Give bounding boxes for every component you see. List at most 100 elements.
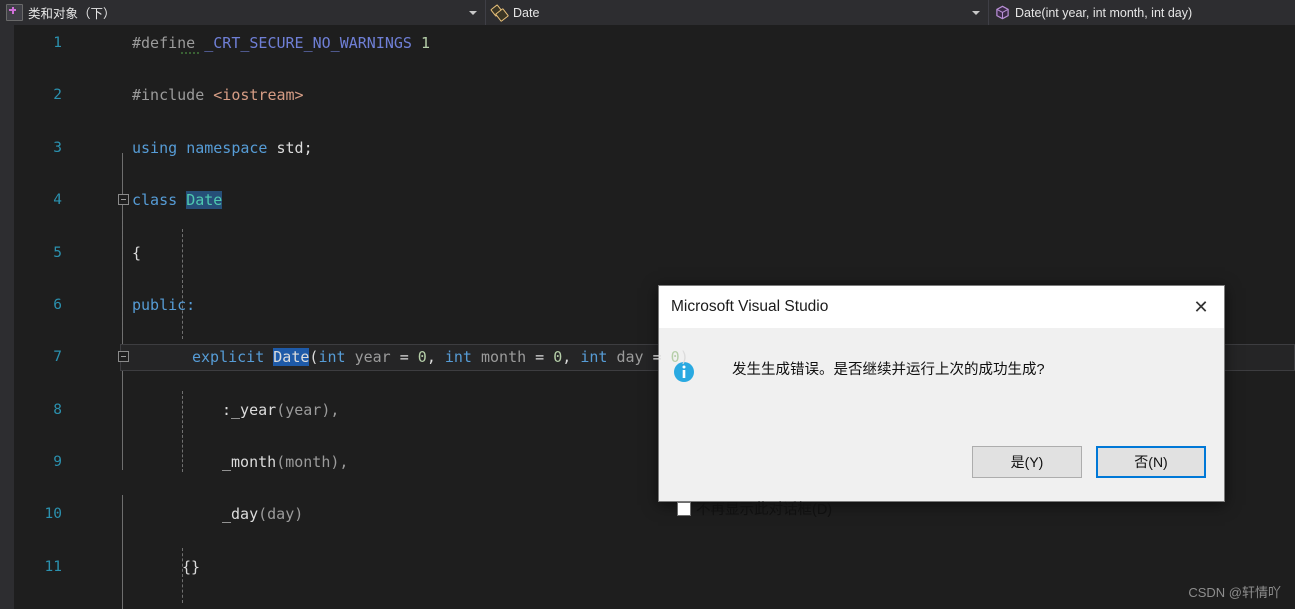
line-number: 8 [53,401,62,418]
token-std: std; [276,138,313,157]
code-line[interactable]: 11 {} [14,554,1295,580]
fold-collapse-icon[interactable] [118,351,129,363]
line-content: class Date [132,187,223,213]
dialog-title-bar: Microsoft Visual Studio ✕ [659,286,1224,328]
token-int: int [444,348,472,367]
token-param-day: day [616,348,644,367]
dialog-body: 发生生成错误。是否继续并运行上次的成功生成? 是(Y) 否(N) 不再显示此对话… [659,328,1224,518]
line-content: #include <iostream> [132,82,304,108]
token-init-day: _day [222,505,259,524]
token-comma: , [426,348,445,367]
token-param-month: month [481,348,527,367]
code-line[interactable]: 10 _day(day) [14,501,1295,527]
token-init-month: _month [222,453,277,472]
token-default-0: 0 [417,348,427,367]
token-paren-close: ) [679,348,689,367]
nav-project-label: 类和对象（下） [28,7,116,21]
line-content: #define _CRT_SECURE_NO_WARNINGS 1 [132,30,430,56]
checkbox-label: 不再显示此对话框(D) [696,502,833,518]
token-eq: = [526,348,554,367]
token-arg-day: (day) [258,505,304,524]
squiggle-underline [181,50,199,55]
line-number: 11 [44,558,62,575]
code-line[interactable]: 1 #define _CRT_SECURE_NO_WARNINGS 1 [14,30,1295,56]
class-icon [490,4,510,23]
line-number: 4 [53,192,62,209]
token-arg-month: (month), [276,453,349,472]
token-namespace: namespace [186,138,268,157]
line-number: 9 [53,454,62,471]
token-arg-year: (year), [276,400,340,419]
dialog-title: Microsoft Visual Studio [671,298,829,315]
line-number: 2 [53,87,62,104]
token-using: using [132,138,178,157]
token-eq: = [643,348,671,367]
nav-member-label: Date(int year, int month, int day) [1015,5,1193,20]
token-public: public: [132,295,196,314]
token-macro-name: _CRT_SECURE_NO_WARNINGS [204,34,412,52]
nav-dropdown-class[interactable]: Date [486,0,989,25]
line-content: explicit Date(int year = 0, int month = … [192,344,689,370]
line-content: {} [182,554,200,580]
token-init-year: :_year [222,400,277,419]
no-button[interactable]: 否(N) [1096,446,1206,478]
yes-button[interactable]: 是(Y) [972,446,1082,478]
token-int: int [580,348,608,367]
method-cube-icon [995,5,1010,20]
checkbox-box[interactable] [677,501,691,516]
fold-collapse-icon[interactable] [118,194,129,206]
token-brace-open: { [132,243,142,262]
token-ctor-name: Date [273,348,310,367]
token-include: #include [132,86,205,105]
line-number: 5 [53,244,62,261]
cpp-project-icon [6,4,23,21]
token-class-name: Date [186,191,223,210]
line-content: public: [132,292,195,318]
navigation-bar: 类和对象（下） Date Date(int year, int month, i… [0,0,1295,25]
code-line[interactable]: 4 class Date [14,187,1295,213]
line-number: 7 [53,349,62,366]
token-empty-body: {} [182,557,201,576]
token-header: <iostream> [213,86,304,105]
token-default-0: 0 [553,348,563,367]
code-line[interactable]: 5 { [14,240,1295,266]
chevron-down-icon[interactable] [469,10,477,15]
nav-dropdown-member[interactable]: Date(int year, int month, int day) [989,0,1295,25]
nav-class-label: Date [513,5,540,20]
code-line[interactable]: 3 using namespace std; [14,135,1295,161]
indicator-margin[interactable] [0,25,14,609]
visual-studio-window: 类和对象（下） Date Date(int year, int month, i… [0,0,1295,609]
token-macro-value: 1 [421,34,431,52]
dialog-button-row: 是(Y) 否(N) [972,446,1206,478]
line-number: 6 [53,296,62,313]
line-number: 1 [53,35,62,51]
line-content: { [132,240,141,266]
token-explicit: explicit [192,348,265,367]
message-dialog: Microsoft Visual Studio ✕ 发生生成错误。是否继续并运行… [658,285,1225,518]
dont-show-again-checkbox[interactable]: 不再显示此对话框(D) [677,498,832,519]
line-number: 10 [44,506,62,523]
line-content: :_year(year), [222,397,339,423]
token-param-year: year [354,348,391,367]
token-comma: , [562,348,581,367]
line-number: 3 [53,139,62,156]
line-content: using namespace std; [132,135,313,161]
token-eq: = [390,348,418,367]
dialog-message: 发生生成错误。是否继续并运行上次的成功生成? [732,362,1045,378]
code-line[interactable]: 2 #include <iostream> [14,82,1295,108]
token-int: int [318,348,346,367]
line-content: _month(month), [222,449,348,475]
token-class-kw: class [132,191,178,210]
nav-dropdown-project[interactable]: 类和对象（下） [0,0,486,25]
close-icon[interactable]: ✕ [1178,286,1224,328]
chevron-down-icon[interactable] [972,10,980,15]
token-default-0: 0 [670,348,680,367]
